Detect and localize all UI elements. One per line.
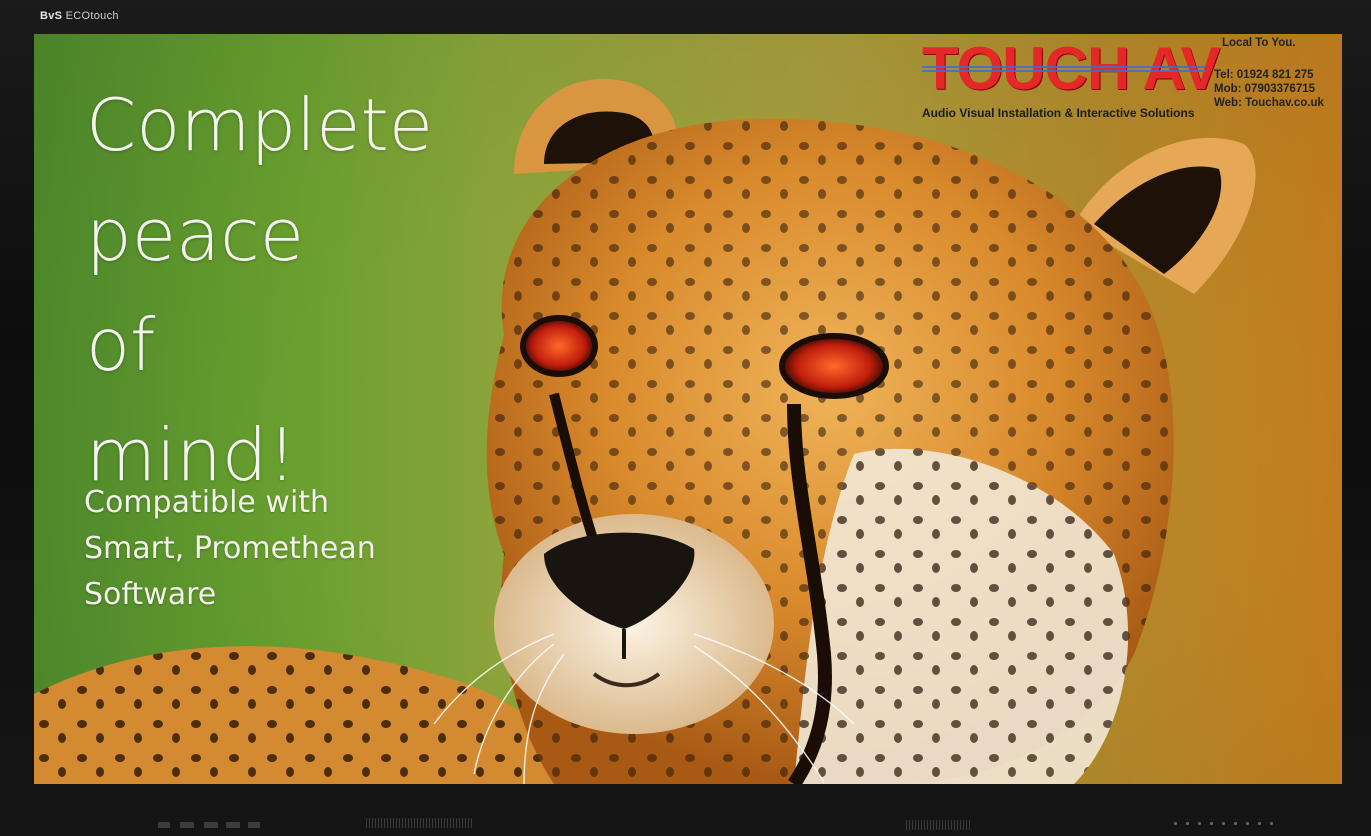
front-panel	[0, 800, 1371, 836]
contact-block: Local To You. Tel: 01924 821 275 Mob: 07…	[1214, 36, 1342, 110]
speaker-grille	[366, 818, 472, 828]
status-led	[1210, 822, 1213, 825]
logo-stripes	[922, 66, 1206, 72]
device-brand: BvS ECOtouch	[40, 10, 119, 22]
touch-av-logo: TOUCH AV Audio Visual Installation & Int…	[922, 36, 1222, 122]
panel-button[interactable]	[204, 822, 218, 828]
panel-button[interactable]	[158, 822, 170, 828]
compat-line-2: Smart, Promethean	[84, 531, 376, 566]
status-led	[1174, 822, 1177, 825]
brand-prefix: BvS	[40, 10, 63, 22]
logo-tagline: Audio Visual Installation & Interactive …	[922, 106, 1195, 120]
speaker-grille	[906, 820, 970, 830]
status-led	[1270, 822, 1273, 825]
brand-name: ECOtouch	[65, 10, 119, 22]
status-led	[1198, 822, 1201, 825]
headline-line-2: peace	[86, 193, 305, 277]
contact-tel: Tel: 01924 821 275	[1214, 69, 1314, 81]
status-led	[1246, 822, 1249, 825]
status-led	[1186, 822, 1189, 825]
headline-line-1: Complete	[86, 83, 433, 167]
status-led	[1222, 822, 1225, 825]
contact-mob: Mob: 07903376715	[1214, 83, 1316, 95]
compatibility-text: Compatible with Smart, Promethean Softwa…	[84, 480, 376, 618]
panel-button[interactable]	[180, 822, 194, 828]
status-led	[1234, 822, 1237, 825]
contact-web: Web: Touchav.co.uk	[1214, 97, 1324, 109]
contact-local: Local To You.	[1222, 37, 1296, 49]
headline: Complete peace of mind!	[86, 70, 433, 510]
compat-line-3: Software	[84, 577, 217, 612]
panel-button[interactable]	[226, 822, 240, 828]
compat-line-1: Compatible with	[84, 485, 330, 520]
display-screen: Complete peace of mind! Compatible with …	[34, 34, 1342, 784]
status-led	[1258, 822, 1261, 825]
headline-line-3: of	[86, 303, 156, 387]
panel-button[interactable]	[248, 822, 260, 828]
